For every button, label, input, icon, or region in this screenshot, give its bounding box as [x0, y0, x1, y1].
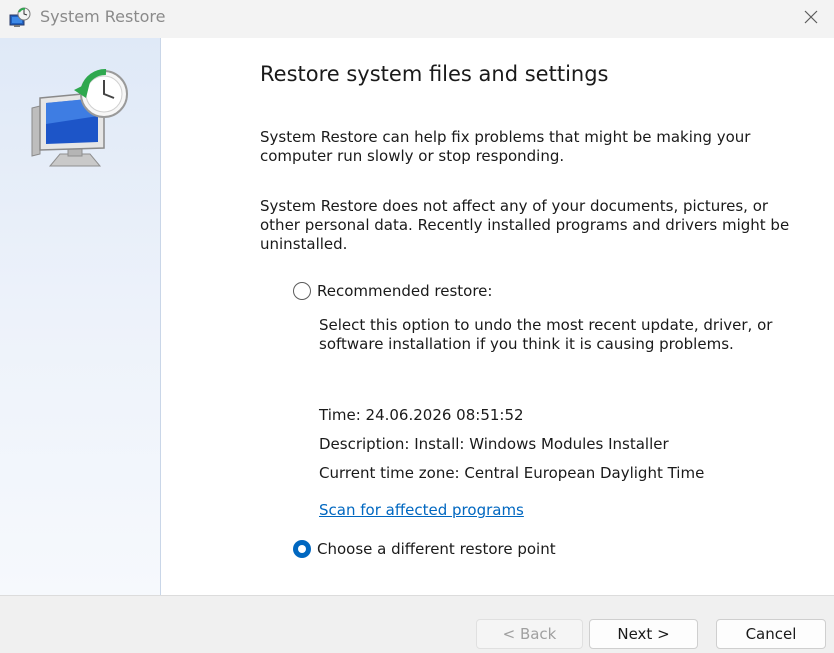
different-restore-point-radio[interactable]: Choose a different restore point — [293, 540, 556, 558]
monitor-restore-clock-icon — [31, 69, 128, 167]
recommended-restore-radio[interactable]: Recommended restore: — [293, 282, 492, 300]
close-button[interactable] — [788, 0, 834, 34]
different-restore-point-label: Choose a different restore point — [317, 540, 556, 558]
title-bar: System Restore — [0, 0, 834, 38]
footer-bar: < Back Next > Cancel — [0, 595, 834, 653]
data-safety-paragraph: System Restore does not affect any of yo… — [260, 197, 790, 253]
system-restore-icon — [9, 7, 31, 27]
window-title: System Restore — [40, 7, 166, 26]
recommended-restore-label: Recommended restore: — [317, 282, 493, 300]
back-button[interactable]: < Back — [476, 619, 583, 649]
recommended-restore-description: Select this option to undo the most rece… — [319, 316, 773, 353]
main-content: Restore system files and settings System… — [161, 38, 834, 595]
restore-timezone: Current time zone: Central European Dayl… — [319, 464, 705, 482]
restore-description: Description: Install: Windows Modules In… — [319, 435, 669, 453]
scan-affected-programs-link[interactable]: Scan for affected programs — [319, 501, 524, 519]
intro-paragraph: System Restore can help fix problems tha… — [260, 128, 751, 165]
restore-time: Time: 24.06.2026 08:51:52 — [319, 406, 524, 424]
radio-button-selected[interactable] — [293, 540, 311, 558]
close-icon — [804, 10, 818, 24]
sidebar — [0, 38, 161, 595]
radio-button-unselected[interactable] — [293, 282, 311, 300]
next-button[interactable]: Next > — [589, 619, 698, 649]
page-title: Restore system files and settings — [260, 62, 609, 86]
cancel-button[interactable]: Cancel — [716, 619, 826, 649]
